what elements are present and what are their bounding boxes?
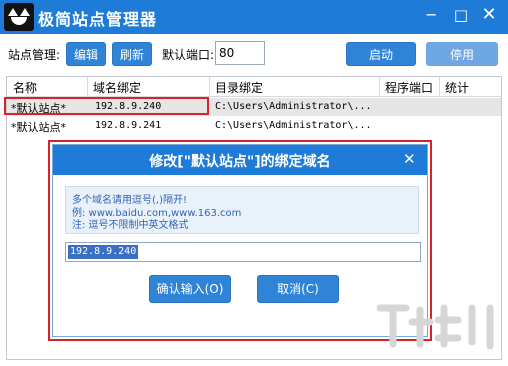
refresh-button[interactable]: 刷新 xyxy=(112,42,152,66)
table-header: 名称 域名绑定 目录绑定 程序端口 统计 xyxy=(7,77,501,97)
directory-cell: C:\Users\Administrator\... xyxy=(215,120,372,131)
stop-button[interactable]: 停用 xyxy=(426,42,498,66)
column-header-directory[interactable]: 目录绑定 xyxy=(215,79,263,97)
maximize-icon[interactable]: □ xyxy=(448,4,474,28)
domain-input-value: 192.8.9.240 xyxy=(68,245,139,259)
default-port-input[interactable]: 80 xyxy=(215,41,265,65)
dialog-title-bar: 修改["默认站点"]的绑定域名 ✕ xyxy=(53,145,427,175)
download-watermark-icon xyxy=(376,304,494,350)
site-name-cell: *默认站点* xyxy=(11,121,66,134)
edit-button[interactable]: 编辑 xyxy=(66,42,106,66)
column-header-stats[interactable]: 统计 xyxy=(445,79,469,97)
site-mgmt-label: 站点管理: xyxy=(8,48,61,62)
hint-box: 多个域名请用逗号(,)隔开! 例: www.baidu.com,www.163.… xyxy=(65,186,419,234)
default-port-label: 默认端口: xyxy=(162,48,215,62)
domain-cell: 192.8.9.241 xyxy=(95,120,162,131)
app-window: 极简站点管理器 ─ □ ✕ 站点管理: 编辑 刷新 默认端口: 80 启动 停用… xyxy=(0,0,508,366)
selected-row-highlight xyxy=(4,97,209,115)
table-row[interactable]: *默认站点* 192.8.9.241 C:\Users\Administrato… xyxy=(7,117,501,135)
column-header-program-port[interactable]: 程序端口 xyxy=(385,79,433,97)
dialog-close-icon[interactable]: ✕ xyxy=(403,150,416,168)
directory-cell: C:\Users\Administrator\... xyxy=(215,101,372,112)
start-button[interactable]: 启动 xyxy=(346,42,416,66)
domain-input[interactable]: 192.8.9.240 xyxy=(65,242,421,262)
title-bar: 极简站点管理器 ─ □ ✕ xyxy=(0,0,508,34)
window-title: 极简站点管理器 xyxy=(38,10,158,29)
hint-note: 注: 逗号不限制中英文格式 xyxy=(72,220,189,231)
close-icon[interactable]: ✕ xyxy=(476,4,502,28)
toolbar: 站点管理: 编辑 刷新 默认端口: 80 启动 停用 xyxy=(0,34,508,72)
column-header-name[interactable]: 名称 xyxy=(13,79,37,97)
confirm-button[interactable]: 确认输入(O) xyxy=(149,275,231,303)
cancel-button[interactable]: 取消(C) xyxy=(257,275,339,303)
dialog-title: 修改["默认站点"]的绑定域名 xyxy=(149,154,331,170)
minimize-icon[interactable]: ─ xyxy=(418,4,444,28)
cat-logo-icon xyxy=(4,3,34,31)
column-header-domain[interactable]: 域名绑定 xyxy=(93,79,141,97)
